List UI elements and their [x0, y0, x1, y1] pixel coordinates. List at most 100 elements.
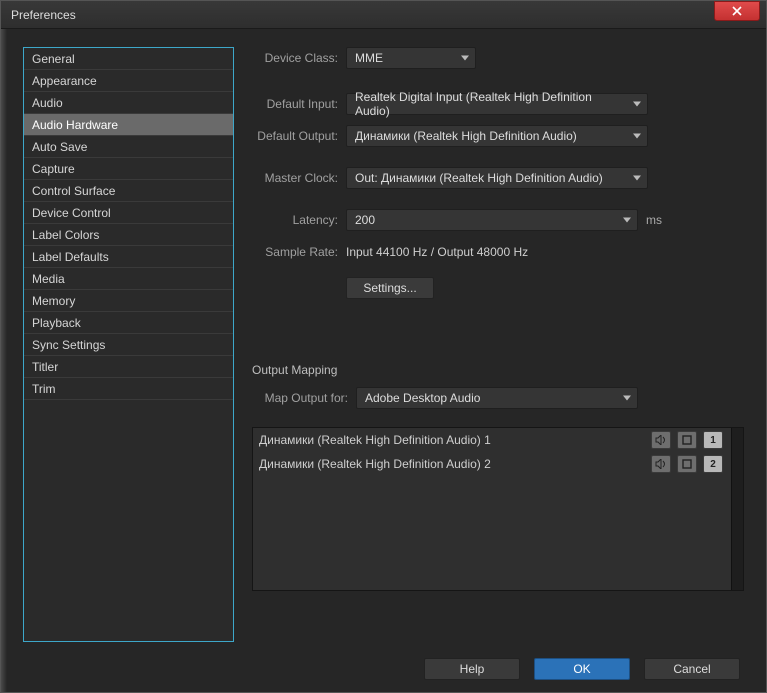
- sidebar-item-media[interactable]: Media: [24, 268, 233, 290]
- device-class-row: Device Class: MME: [252, 47, 744, 69]
- sidebar-item-label: Appearance: [32, 74, 97, 88]
- square-icon[interactable]: [677, 455, 697, 473]
- close-button[interactable]: [714, 1, 760, 21]
- scrollbar[interactable]: [731, 428, 743, 590]
- settings-button-label: Settings...: [363, 281, 416, 295]
- sample-rate-value: Input 44100 Hz / Output 48000 Hz: [346, 245, 528, 259]
- default-output-row: Default Output: Динамики (Realtek High D…: [252, 125, 744, 147]
- speaker-icon[interactable]: [651, 455, 671, 473]
- master-clock-value: Out: Динамики (Realtek High Definition A…: [355, 171, 603, 185]
- sidebar-item-titler[interactable]: Titler: [24, 356, 233, 378]
- device-class-dropdown[interactable]: MME: [346, 47, 476, 69]
- spacer: [252, 327, 744, 363]
- map-output-row: Map Output for: Adobe Desktop Audio: [252, 387, 744, 409]
- device-class-value: MME: [355, 51, 383, 65]
- spacer: [252, 157, 744, 167]
- mapping-name: Динамики (Realtek High Definition Audio)…: [259, 433, 645, 447]
- sidebar-item-audio-hardware[interactable]: Audio Hardware: [24, 114, 233, 136]
- map-output-dropdown[interactable]: Adobe Desktop Audio: [356, 387, 638, 409]
- default-input-row: Default Input: Realtek Digital Input (Re…: [252, 93, 744, 115]
- square-icon[interactable]: [677, 431, 697, 449]
- cancel-label: Cancel: [673, 662, 710, 676]
- settings-row: Settings...: [346, 277, 744, 299]
- sidebar-item-label: Memory: [32, 294, 75, 308]
- spacer: [252, 199, 744, 209]
- default-input-value: Realtek Digital Input (Realtek High Defi…: [355, 90, 623, 118]
- sidebar-item-label: Audio: [32, 96, 63, 110]
- latency-row: Latency: 200 ms: [252, 209, 744, 231]
- sample-rate-label: Sample Rate:: [252, 245, 338, 259]
- master-clock-row: Master Clock: Out: Динамики (Realtek Hig…: [252, 167, 744, 189]
- latency-unit: ms: [646, 213, 662, 227]
- help-label: Help: [460, 662, 485, 676]
- ok-button[interactable]: OK: [534, 658, 630, 680]
- sidebar-item-playback[interactable]: Playback: [24, 312, 233, 334]
- sidebar-item-capture[interactable]: Capture: [24, 158, 233, 180]
- window-left-edge: [1, 29, 7, 692]
- sidebar-item-label: Audio Hardware: [32, 118, 118, 132]
- sidebar-item-label: Trim: [32, 382, 56, 396]
- default-output-value: Динамики (Realtek High Definition Audio): [355, 129, 577, 143]
- sidebar-item-control-surface[interactable]: Control Surface: [24, 180, 233, 202]
- sidebar: General Appearance Audio Audio Hardware …: [23, 47, 234, 642]
- master-clock-label: Master Clock:: [252, 171, 338, 185]
- sidebar-item-auto-save[interactable]: Auto Save: [24, 136, 233, 158]
- sidebar-item-label: Media: [32, 272, 65, 286]
- settings-button[interactable]: Settings...: [346, 277, 434, 299]
- chevron-down-icon: [633, 134, 641, 139]
- sidebar-item-appearance[interactable]: Appearance: [24, 70, 233, 92]
- sidebar-item-label: General: [32, 52, 75, 66]
- main-panel: Device Class: MME Default Input: Realtek…: [252, 47, 744, 642]
- latency-value: 200: [355, 213, 375, 227]
- map-output-value: Adobe Desktop Audio: [365, 391, 480, 405]
- chevron-down-icon: [623, 396, 631, 401]
- channel-number[interactable]: 1: [703, 431, 723, 449]
- chevron-down-icon: [461, 56, 469, 61]
- sidebar-item-general[interactable]: General: [24, 48, 233, 70]
- sidebar-item-label: Label Colors: [32, 228, 99, 242]
- sidebar-item-label: Device Control: [32, 206, 111, 220]
- body: General Appearance Audio Audio Hardware …: [1, 29, 766, 692]
- chevron-down-icon: [633, 176, 641, 181]
- mapping-row[interactable]: Динамики (Realtek High Definition Audio)…: [253, 428, 729, 452]
- sidebar-item-label: Playback: [32, 316, 81, 330]
- mapping-row[interactable]: Динамики (Realtek High Definition Audio)…: [253, 452, 729, 476]
- ok-label: OK: [573, 662, 590, 676]
- output-mapping-title: Output Mapping: [252, 363, 744, 377]
- sidebar-item-audio[interactable]: Audio: [24, 92, 233, 114]
- columns: General Appearance Audio Audio Hardware …: [23, 47, 744, 642]
- chevron-down-icon: [623, 218, 631, 223]
- sidebar-item-label-defaults[interactable]: Label Defaults: [24, 246, 233, 268]
- help-button[interactable]: Help: [424, 658, 520, 680]
- window-title: Preferences: [11, 8, 714, 22]
- default-output-label: Default Output:: [252, 129, 338, 143]
- spacer: [252, 419, 744, 427]
- sidebar-item-label: Sync Settings: [32, 338, 105, 352]
- speaker-icon[interactable]: [651, 431, 671, 449]
- channel-number[interactable]: 2: [703, 455, 723, 473]
- sidebar-item-label: Capture: [32, 162, 75, 176]
- close-icon: [732, 6, 742, 16]
- master-clock-dropdown[interactable]: Out: Динамики (Realtek High Definition A…: [346, 167, 648, 189]
- sidebar-item-label: Titler: [32, 360, 58, 374]
- cancel-button[interactable]: Cancel: [644, 658, 740, 680]
- preferences-window: Preferences General Appearance Audio Aud…: [0, 0, 767, 693]
- sidebar-item-memory[interactable]: Memory: [24, 290, 233, 312]
- sample-rate-row: Sample Rate: Input 44100 Hz / Output 480…: [252, 245, 744, 259]
- footer: Help OK Cancel: [23, 642, 744, 680]
- chevron-down-icon: [633, 102, 641, 107]
- sidebar-item-sync-settings[interactable]: Sync Settings: [24, 334, 233, 356]
- sidebar-item-label: Label Defaults: [32, 250, 109, 264]
- sidebar-item-label: Auto Save: [32, 140, 87, 154]
- titlebar: Preferences: [1, 1, 766, 29]
- mapping-name: Динамики (Realtek High Definition Audio)…: [259, 457, 645, 471]
- sidebar-item-label-colors[interactable]: Label Colors: [24, 224, 233, 246]
- latency-dropdown[interactable]: 200: [346, 209, 638, 231]
- output-mapping-list: Динамики (Realtek High Definition Audio)…: [252, 427, 744, 591]
- default-output-dropdown[interactable]: Динамики (Realtek High Definition Audio): [346, 125, 648, 147]
- latency-label: Latency:: [252, 213, 338, 227]
- default-input-dropdown[interactable]: Realtek Digital Input (Realtek High Defi…: [346, 93, 648, 115]
- sidebar-item-trim[interactable]: Trim: [24, 378, 233, 400]
- sidebar-item-device-control[interactable]: Device Control: [24, 202, 233, 224]
- device-class-label: Device Class:: [252, 51, 338, 65]
